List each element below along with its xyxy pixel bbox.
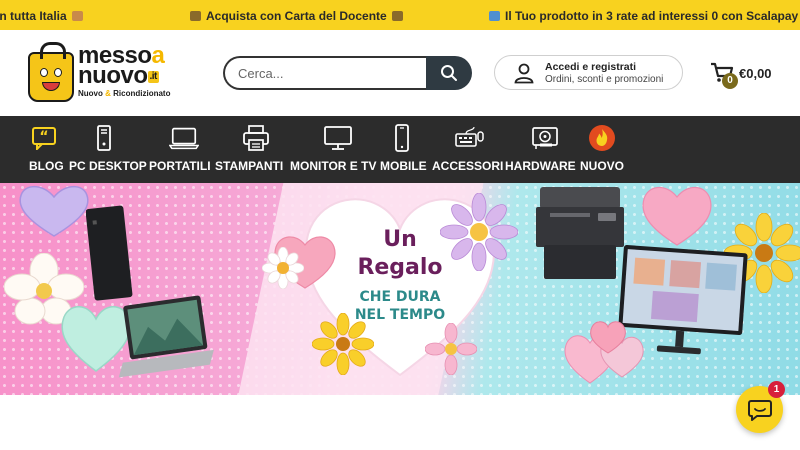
daisy-decoration [262, 247, 304, 289]
nav-item-accessori[interactable]: ACCESSORI [432, 116, 503, 183]
account-subtitle: Ordini, sconti e promozioni [545, 74, 664, 85]
gpu-icon [530, 124, 560, 152]
mini-pc-image [86, 205, 133, 301]
announcement-text: Acquista con Carta del Docente [206, 9, 387, 23]
pink-flower-decoration [425, 323, 477, 375]
nav-item-portatili[interactable]: PORTATILI [149, 116, 211, 183]
box-icon [71, 11, 83, 21]
banner-subline-1: CHE DURA [359, 289, 441, 305]
announcement-text: Spedizione gratuita in tutta Italia [0, 9, 67, 23]
cart-button[interactable]: 0 €0,00 [710, 62, 780, 92]
search-input[interactable] [223, 56, 428, 90]
nav-label: BLOG [29, 159, 64, 173]
smartphone-icon [387, 124, 417, 152]
page-content-area [0, 395, 800, 450]
search-icon [441, 65, 457, 81]
quote-icon: “ [29, 124, 59, 152]
purple-heart-decoration [19, 185, 89, 237]
search-bar [223, 56, 472, 90]
nav-label: PC DESKTOP [69, 159, 147, 173]
user-icon [514, 63, 534, 84]
nav-label: PORTATILI [149, 159, 211, 173]
logo-bag-mascot [28, 42, 74, 102]
cart-total: €0,00 [739, 66, 772, 81]
nav-label: MOBILE [380, 159, 427, 173]
announcement-message: Il Tuo prodotto in 3 rate ad interessi 0… [489, 9, 800, 23]
chat-button[interactable]: 1 [736, 381, 785, 433]
chat-bubble-icon [747, 399, 772, 421]
nav-label: HARDWARE [505, 159, 576, 173]
printer-icon [241, 124, 271, 152]
announcement-message: Acquista con Carta del Docente [190, 9, 403, 23]
nav-item-nuovo[interactable]: NUOVO [580, 116, 624, 183]
shopping-bag-icon [489, 11, 500, 21]
cart-count-badge: 0 [722, 73, 738, 89]
nav-label: MONITOR E TV [290, 159, 377, 173]
monitor-icon [323, 124, 353, 152]
svg-text:“: “ [39, 129, 48, 145]
laptop-icon [168, 124, 199, 152]
nav-label: ACCESSORI [432, 159, 504, 173]
announcement-message: Spedizione gratuita in tutta Italia [0, 9, 83, 23]
announcement-text: Il Tuo prodotto in 3 rate ad interessi 0… [505, 9, 800, 23]
account-button[interactable]: Accedi e registrati Ordini, sconti e pro… [494, 55, 683, 90]
tower-pc-icon [89, 124, 119, 152]
account-title: Accedi e registrati [545, 61, 637, 73]
site-logo[interactable]: messoa nuovo .it Nuovo & Ricondizionato [28, 42, 178, 104]
banner-headline-2: Regalo [357, 255, 443, 280]
logo-tagline: Nuovo & Ricondizionato [78, 89, 171, 98]
fire-icon [587, 124, 617, 152]
laptop-image [118, 295, 214, 378]
nav-item-stampanti[interactable]: STAMPANTI [215, 116, 284, 183]
chat-unread-badge: 1 [768, 381, 785, 398]
heart-icon [391, 11, 403, 21]
nav-item-monitor-e-tv[interactable]: MONITOR E TV [290, 116, 376, 183]
nav-item-blog[interactable]: “ BLOG [29, 116, 64, 183]
site-header: messoa nuovo.it Nuovo & Ricondizionato A… [0, 30, 800, 116]
nav-label: STAMPANTI [215, 159, 284, 173]
heart-cluster-decoration [564, 321, 644, 384]
logo-wordmark: messoa nuovo .it [78, 42, 165, 89]
hero-banner[interactable]: Un Regalo CHE DURA NEL TEMPO [0, 183, 800, 395]
search-button[interactable] [426, 56, 472, 90]
nav-item-mobile[interactable]: MOBILE [380, 116, 427, 183]
keyboard-icon [454, 124, 484, 152]
category-nav: “ BLOG PC DESKTOP PORTATILI STAMPANTI MO… [0, 116, 800, 183]
banner-headline-1: Un [383, 227, 417, 252]
nav-item-hardware[interactable]: HARDWARE [505, 116, 576, 183]
announcement-bar: Spedizione gratuita in tutta Italia Acqu… [0, 0, 800, 30]
nav-label: NUOVO [580, 159, 625, 173]
pink-heart-decoration [642, 186, 712, 246]
nav-item-pc-desktop[interactable]: PC DESKTOP [69, 116, 147, 183]
heart-icon [190, 11, 201, 21]
banner-subline-2: NEL TEMPO [354, 307, 446, 323]
